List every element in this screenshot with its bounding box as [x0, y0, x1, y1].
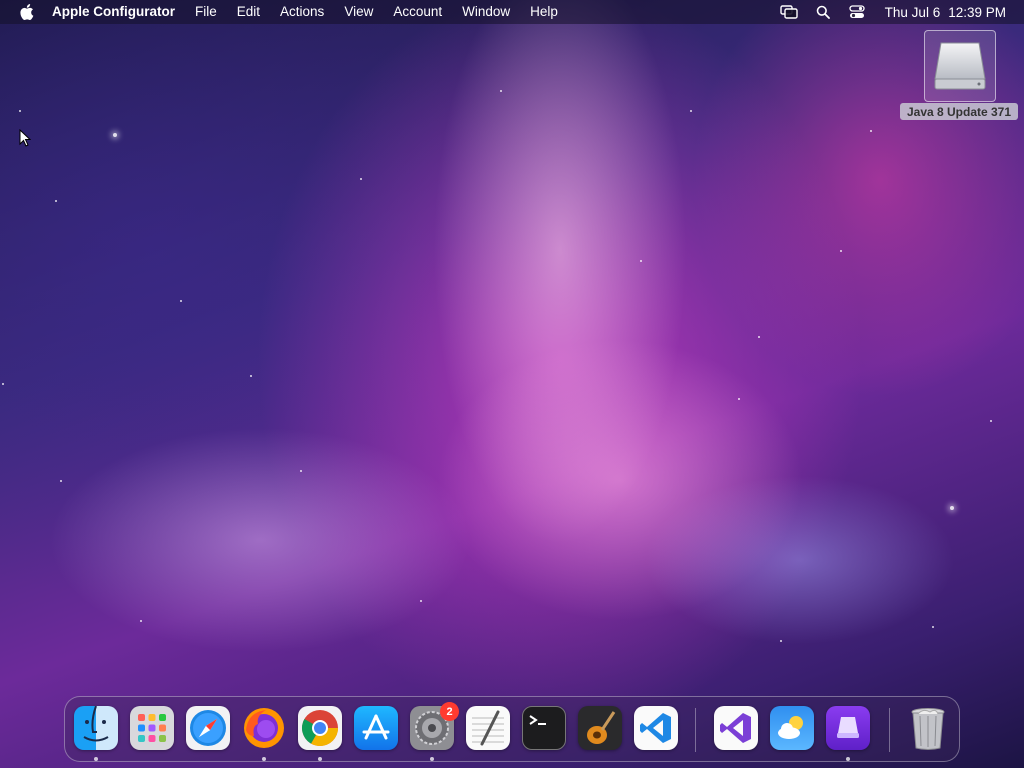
vscode-icon	[640, 713, 671, 743]
dock-running-indicator	[846, 757, 850, 761]
visual-studio-icon	[720, 713, 751, 743]
trash-icon	[911, 708, 945, 750]
dock-running-indicator	[262, 757, 266, 761]
menu-account[interactable]: Account	[383, 0, 452, 24]
textedit-icon	[472, 710, 504, 746]
apple-configurator-icon	[837, 717, 859, 738]
dock-item-terminal[interactable]	[522, 706, 566, 750]
mouse-cursor-icon	[19, 129, 31, 147]
dock-item-vscode[interactable]	[634, 706, 678, 750]
menu-actions[interactable]: Actions	[270, 0, 334, 24]
control-center-icon[interactable]	[847, 0, 867, 24]
dock-item-weather[interactable]	[770, 706, 814, 750]
clock-date: Thu Jul 6	[884, 4, 941, 20]
dock-separator	[889, 708, 890, 752]
menu-window[interactable]: Window	[452, 0, 520, 24]
dock-item-firefox[interactable]	[242, 706, 286, 750]
dock-item-safari[interactable]	[186, 706, 230, 750]
dock-item-finder[interactable]	[74, 706, 118, 750]
dock-running-indicator	[318, 757, 322, 761]
external-disk-icon	[934, 42, 986, 90]
menu-bar-status-area: Thu Jul 6 12:39 PM	[779, 0, 1006, 24]
terminal-icon	[529, 715, 546, 725]
clock-time: 12:39 PM	[948, 4, 1006, 20]
menu-app-name[interactable]: Apple Configurator	[52, 0, 185, 24]
app-store-icon	[362, 714, 390, 740]
notification-badge: 2	[440, 702, 459, 721]
menu-view[interactable]: View	[334, 0, 383, 24]
apple-icon[interactable]	[18, 0, 36, 24]
screen-mirroring-icon[interactable]	[779, 0, 799, 24]
desktop-disk-java-installer[interactable]	[924, 30, 996, 102]
menu-bar: Apple Configurator File Edit Actions Vie…	[0, 0, 1024, 24]
dock-running-indicator	[94, 757, 98, 761]
menu-edit[interactable]: Edit	[227, 0, 270, 24]
dock-separator	[695, 708, 696, 752]
menu-help[interactable]: Help	[520, 0, 568, 24]
safari-icon	[190, 710, 226, 746]
dock-item-trash[interactable]	[906, 706, 950, 750]
chrome-icon	[301, 710, 338, 747]
launchpad-icon	[138, 714, 166, 742]
dock-item-app-store[interactable]	[354, 706, 398, 750]
firefox-icon	[244, 708, 284, 748]
dock-item-chrome[interactable]	[298, 706, 342, 750]
desktop-disk-label[interactable]: Java 8 Update 371	[900, 103, 1018, 120]
menu-bar-clock[interactable]: Thu Jul 6 12:39 PM	[885, 5, 1006, 20]
dock-item-visual-studio[interactable]	[714, 706, 758, 750]
finder-icon	[83, 706, 109, 742]
dock-item-apple-configurator[interactable]	[826, 706, 870, 750]
dock-running-indicator	[430, 757, 434, 761]
spotlight-search-icon[interactable]	[813, 0, 833, 24]
garageband-icon	[587, 711, 616, 744]
dock-item-garageband[interactable]	[578, 706, 622, 750]
dock-item-textedit[interactable]	[466, 706, 510, 750]
dock-item-launchpad[interactable]	[130, 706, 174, 750]
menu-file[interactable]: File	[185, 0, 227, 24]
weather-icon	[778, 716, 803, 739]
